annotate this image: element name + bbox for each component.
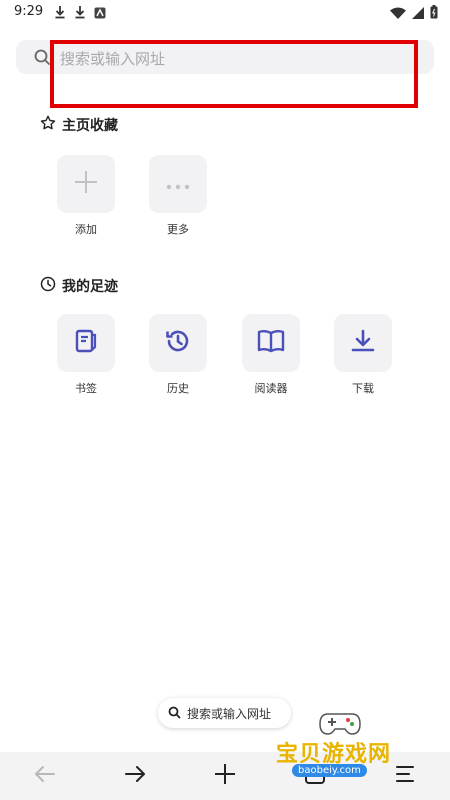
clock-icon (40, 276, 56, 296)
history-button[interactable] (149, 314, 207, 372)
back-button[interactable] (31, 762, 59, 790)
more-favorites-label: 更多 (167, 223, 189, 236)
history-label: 历史 (167, 382, 189, 395)
add-favorite-label: 添加 (75, 223, 97, 236)
forward-button[interactable] (121, 762, 149, 790)
history-icon (164, 327, 192, 359)
watermark-logo: 宝贝游戏网 baobeiy.com (268, 708, 428, 788)
bookmark-icon (73, 328, 99, 358)
floating-search-label: 搜索或输入网址 (187, 706, 272, 721)
footprints-section-title: 我的足迹 (40, 276, 118, 296)
wifi-icon (390, 4, 406, 23)
plus-icon (214, 763, 236, 789)
search-icon (168, 704, 181, 723)
more-favorites-button[interactable] (149, 155, 207, 213)
search-icon (34, 49, 51, 70)
status-bar: 9:29 (0, 0, 450, 26)
plus-icon (73, 169, 99, 199)
highlight-annotation-box (50, 40, 418, 108)
more-dots-icon (166, 175, 190, 194)
add-favorite-button[interactable] (57, 155, 115, 213)
download-notification-icon (74, 4, 86, 23)
battery-icon (430, 4, 438, 23)
forward-arrow-icon (124, 765, 146, 787)
reader-label: 阅读器 (254, 382, 288, 395)
bookmarks-label: 书签 (75, 382, 97, 395)
book-icon (257, 328, 285, 358)
back-arrow-icon (34, 765, 56, 787)
watermark-url: baobeiy.com (292, 764, 367, 777)
downloads-label: 下载 (352, 382, 374, 395)
status-time: 9:29 (14, 4, 44, 19)
favorites-section-title: 主页收藏 (40, 115, 118, 135)
bookmarks-button[interactable] (57, 314, 115, 372)
star-icon (40, 115, 56, 135)
download-icon (350, 328, 376, 358)
downloads-button[interactable] (334, 314, 392, 372)
reader-button[interactable] (242, 314, 300, 372)
download-notification-icon (54, 4, 66, 23)
browser-home-screen: 9:29 搜索或输入网址 主页收藏 添加 更多 我的足迹 书签 历史 阅读器 下… (0, 0, 450, 800)
app-notification-icon (94, 4, 106, 23)
new-tab-button[interactable] (211, 762, 239, 790)
signal-icon (412, 4, 424, 23)
